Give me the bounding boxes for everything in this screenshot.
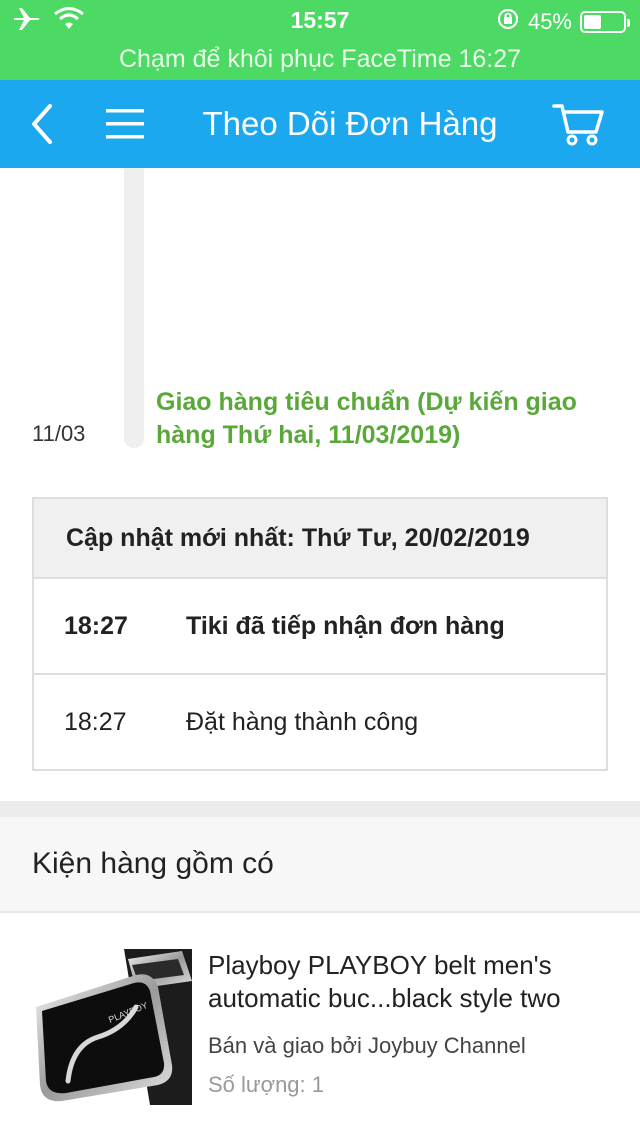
update-time: 18:27 (64, 708, 127, 736)
update-row: 18:27 Đặt hàng thành công (34, 675, 606, 771)
update-row: 18:27 Tiki đã tiếp nhận đơn hàng (34, 579, 606, 675)
page-title: Theo Dõi Đơn Hàng (202, 105, 498, 142)
facetime-banner[interactable]: Chạm để khôi phục FaceTime 16:27 (0, 40, 640, 80)
update-desc: Đặt hàng thành công (186, 708, 419, 736)
back-icon[interactable] (22, 102, 66, 146)
product-name[interactable]: Playboy PLAYBOY belt men's automatic buc… (208, 949, 618, 1015)
status-bar: 15:57 45% (0, 0, 640, 40)
quantity-value: 1 (311, 1072, 325, 1097)
product-seller: Bán và giao bởi Joybuy Channel (208, 1033, 526, 1058)
nav-bar: Theo Dõi Đơn Hàng (0, 80, 640, 168)
product-item[interactable]: PLAYBOY Playboy PLAYBOY belt men's autom… (0, 913, 640, 1136)
rotation-lock-icon (496, 7, 520, 37)
update-desc: Tiki đã tiếp nhận đơn hàng (186, 612, 505, 640)
product-image[interactable]: PLAYBOY (32, 945, 192, 1105)
update-header: Cập nhật mới nhất: Thứ Tư, 20/02/2019 (34, 499, 606, 579)
timeline-status-text: Giao hàng tiêu chuẩn (Dự kiến giao hàng … (156, 388, 577, 449)
cart-icon[interactable] (552, 100, 606, 148)
status-right: 45% (496, 7, 630, 37)
update-table: Cập nhật mới nhất: Thứ Tư, 20/02/2019 18… (32, 497, 608, 771)
product-quantity: Số lượng: 1 (208, 1072, 324, 1098)
quantity-label: Số lượng: (208, 1072, 306, 1097)
timeline-date: 11/03 (32, 421, 86, 446)
package-header: Kiện hàng gồm có (0, 817, 640, 913)
section-divider (0, 801, 640, 817)
menu-icon[interactable] (104, 104, 148, 144)
timeline-line (124, 168, 144, 448)
battery-percent: 45% (527, 9, 572, 34)
battery-icon (580, 11, 630, 33)
update-time: 18:27 (64, 612, 128, 640)
